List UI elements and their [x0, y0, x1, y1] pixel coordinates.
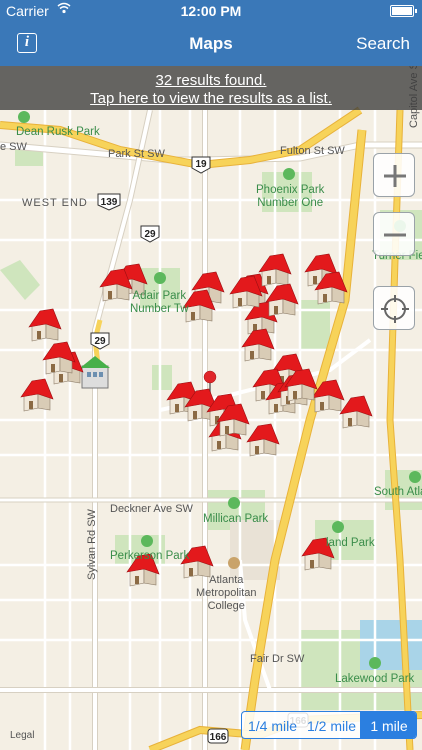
- svg-text:19: 19: [195, 159, 207, 170]
- scale-selector[interactable]: 1/4 mile 1/2 mile 1 mile: [241, 711, 417, 739]
- label-adair-park: Adair Park Number Tw: [130, 290, 189, 315]
- label-fulton-st: Fulton St SW: [280, 145, 345, 157]
- label-park-st: Park St SW: [108, 148, 165, 160]
- label-millican-park: Millican Park: [203, 513, 269, 525]
- battery-icon: [390, 5, 417, 17]
- navigation-bar: i Maps Search: [0, 22, 422, 66]
- svg-text:139: 139: [101, 197, 118, 208]
- map-view[interactable]: 19 139 29 29 166 166: [0, 0, 422, 750]
- scale-half-mile[interactable]: 1/2 mile: [307, 718, 356, 734]
- scale-quarter-mile[interactable]: 1/4 mile: [248, 718, 297, 734]
- svg-text:29: 29: [144, 229, 156, 240]
- label-deckner-ave: Deckner Ave SW: [110, 503, 193, 515]
- legal-link[interactable]: Legal: [10, 730, 34, 741]
- status-bar: Carrier 12:00 PM: [0, 0, 422, 22]
- label-dean-rusk-park: Dean Rusk Park: [16, 126, 100, 138]
- label-sylvan-rd: Sylvan Rd SW: [86, 509, 98, 580]
- label-fair-dr: Fair Dr SW: [250, 653, 305, 665]
- label-atlanta-metropolitan-college: Atlanta Metropolitan College: [196, 574, 257, 612]
- label-perkerson-park: Perkerson Park: [110, 550, 190, 562]
- shield-139: 139: [97, 193, 121, 211]
- plus-icon: [384, 165, 406, 187]
- zoom-in-button[interactable]: [373, 153, 415, 197]
- label-south-atlanta: South Atla: [374, 486, 422, 498]
- label-west-end: WEST END: [22, 197, 88, 209]
- status-time: 12:00 PM: [180, 3, 242, 19]
- shield-166-a: 166: [207, 728, 229, 744]
- zoom-out-button[interactable]: [373, 212, 415, 256]
- svg-text:29: 29: [94, 336, 106, 347]
- search-button[interactable]: Search: [356, 34, 410, 54]
- label-phoenix-park: Phoenix Park Number One: [256, 184, 325, 209]
- crosshair-icon: [381, 295, 409, 323]
- svg-text:166: 166: [210, 732, 227, 743]
- results-banner[interactable]: 32 results found. Tap here to view the r…: [0, 66, 422, 110]
- minus-icon: [384, 233, 406, 237]
- results-count[interactable]: 32 results found.: [0, 71, 422, 90]
- label-lakewood-park: Lakewood Park: [335, 673, 415, 685]
- locate-me-button[interactable]: [373, 286, 415, 330]
- scale-one-mile[interactable]: 1 mile: [360, 712, 416, 738]
- label-left-edge-street: e SW: [0, 141, 27, 153]
- label-leland-park: land Park: [326, 537, 375, 549]
- view-list-link[interactable]: Tap here to view the results as a list.: [0, 89, 422, 108]
